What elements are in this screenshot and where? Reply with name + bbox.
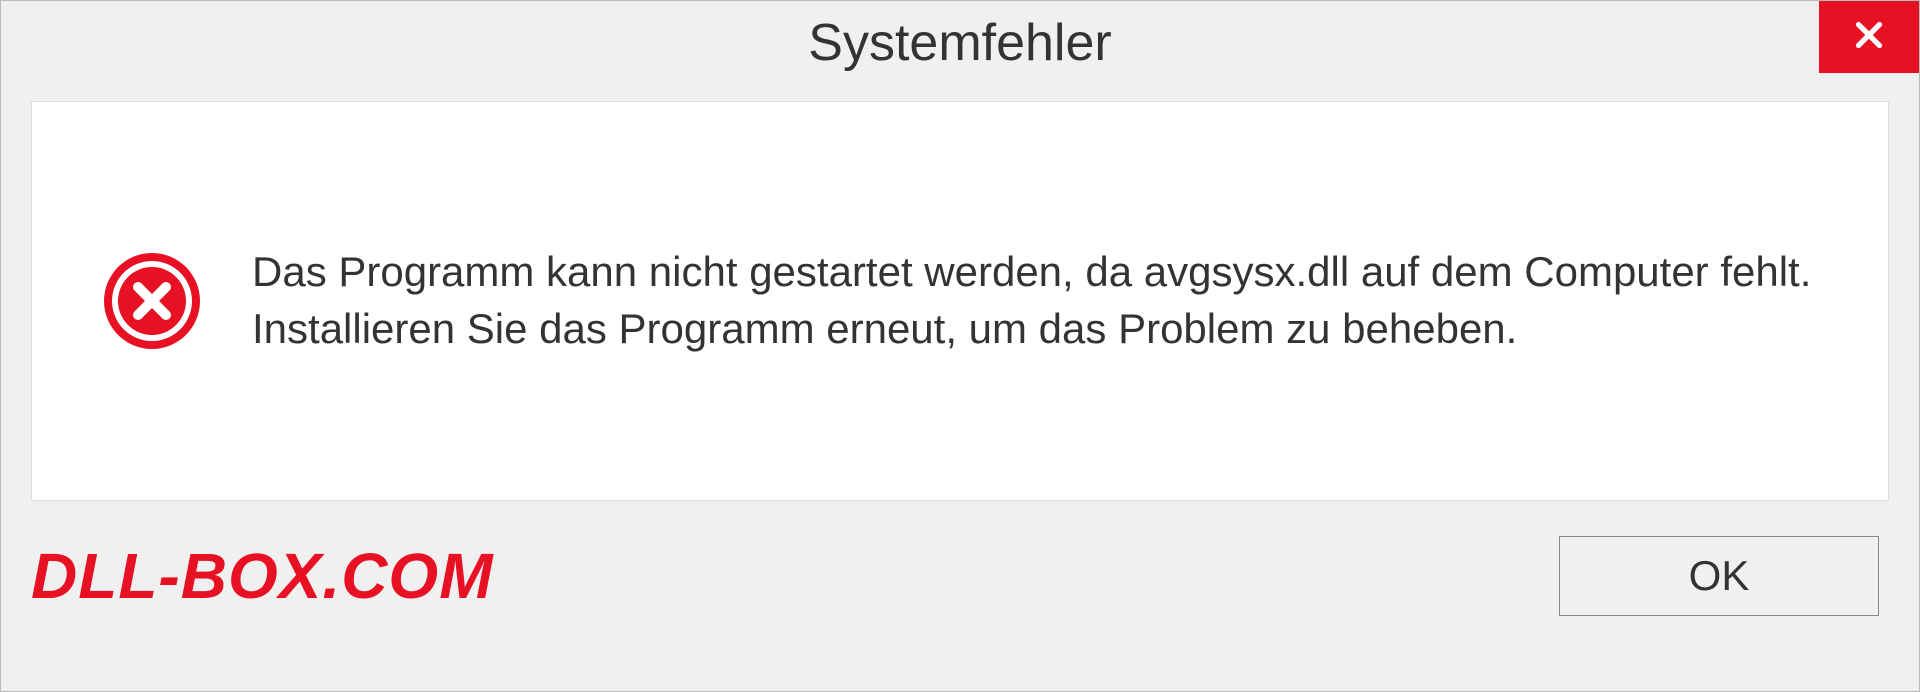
dialog-title: Systemfehler <box>808 13 1111 73</box>
error-message: Das Programm kann nicht gestartet werden… <box>252 244 1818 357</box>
error-dialog: Systemfehler Das Programm kann nicht ges… <box>0 0 1920 692</box>
close-icon <box>1851 17 1887 58</box>
error-icon <box>102 251 202 351</box>
content-panel: Das Programm kann nicht gestartet werden… <box>31 101 1889 501</box>
close-button[interactable] <box>1819 1 1919 73</box>
watermark-text: DLL-BOX.COM <box>31 539 494 613</box>
footer: DLL-BOX.COM OK <box>1 501 1919 651</box>
ok-button[interactable]: OK <box>1559 536 1879 616</box>
titlebar: Systemfehler <box>1 1 1919 91</box>
